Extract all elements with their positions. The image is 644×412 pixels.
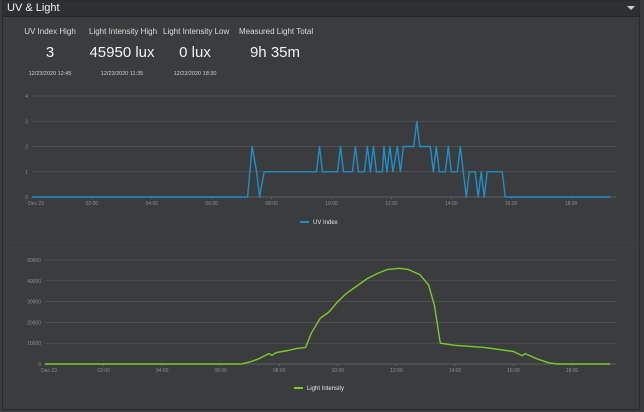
y-tick-label: 1: [25, 170, 28, 176]
x-tick-label: 12:00: [390, 368, 403, 374]
x-tick-label: 08:00: [273, 368, 286, 374]
y-tick-label: 4: [25, 94, 28, 100]
y-tick-label: 40000: [27, 279, 41, 285]
x-tick-label: 06:00: [214, 368, 227, 374]
legend-label: UV Index: [313, 220, 338, 226]
x-tick-label: Dec 23: [28, 201, 44, 207]
y-tick-label: 20000: [27, 320, 41, 326]
x-tick-label: 10:00: [325, 201, 338, 207]
y-tick-label: 50000: [27, 258, 41, 264]
x-tick-label: 10:00: [332, 368, 345, 374]
y-tick-label: 2: [25, 145, 28, 151]
legend-label: Light Intensity: [307, 386, 344, 392]
charts-canvas: 01234Dec 23 02:00 04:00 06:00 08:00 10:00 12:0…: [4, 94, 638, 392]
x-tick-label: 02:00: [86, 201, 99, 207]
x-tick-label: Dec 23: [41, 368, 57, 374]
x-tick-label: 06:00: [205, 201, 218, 207]
x-tick-label: 18:00: [566, 368, 579, 374]
x-tick-label: 18:00: [565, 201, 578, 207]
x-tick-label: 16:00: [505, 201, 518, 207]
series-line: [45, 267, 611, 365]
x-tick-label: 16:00: [507, 368, 520, 374]
x-tick-label: 04:00: [146, 201, 159, 207]
y-tick-label: 3: [25, 119, 28, 125]
x-tick-label: 08:00: [265, 201, 278, 207]
series-line: [32, 120, 610, 198]
x-tick-label: 12:00: [385, 201, 398, 207]
x-tick-label: 02:00: [97, 368, 110, 374]
y-tick-label: 10000: [27, 341, 41, 347]
x-tick-label: 04:00: [156, 368, 169, 374]
x-tick-label: 14:00: [445, 201, 458, 207]
x-tick-label: 14:00: [449, 368, 462, 374]
y-tick-label: 30000: [27, 300, 41, 306]
